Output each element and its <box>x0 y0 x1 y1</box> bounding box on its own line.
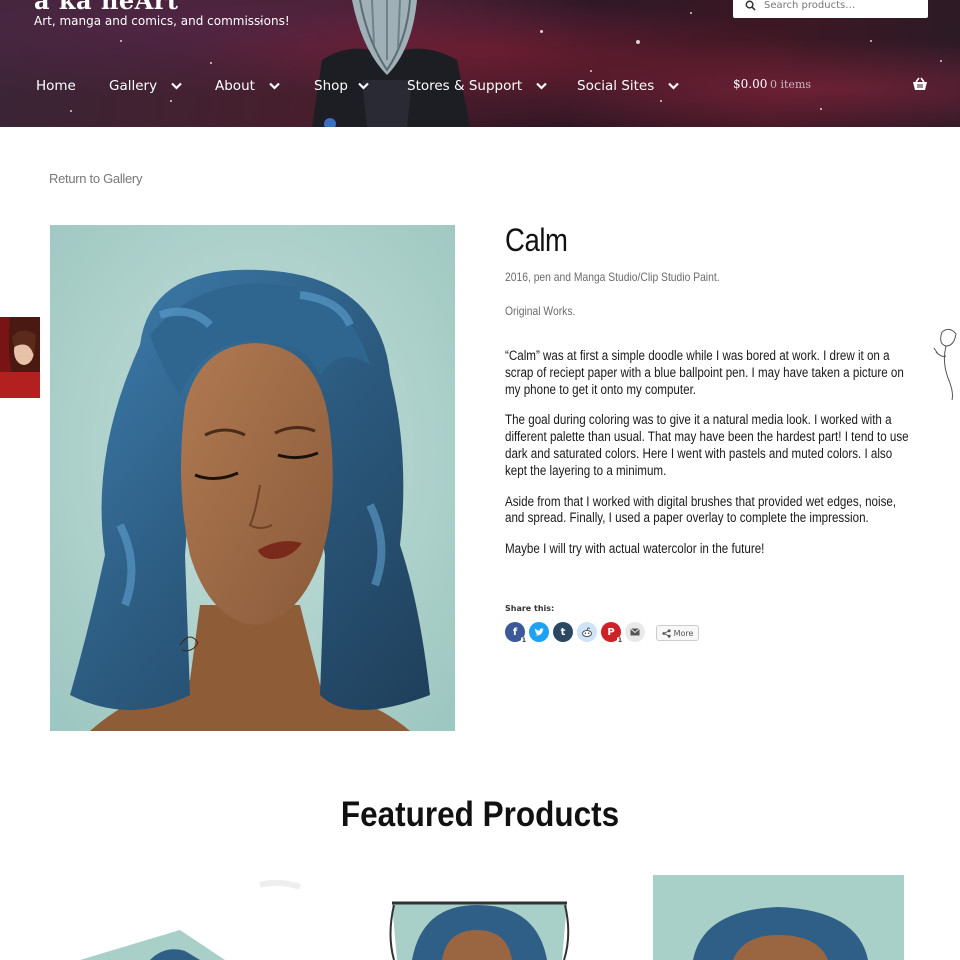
search-input[interactable] <box>764 0 924 11</box>
header-character-art <box>312 0 470 127</box>
chevron-down-icon[interactable] <box>668 82 680 90</box>
twitter-icon <box>535 627 544 636</box>
pinterest-share-button[interactable]: P 1 <box>601 622 623 644</box>
nav-item-gallery[interactable]: Gallery <box>109 78 182 94</box>
search-icon <box>745 0 756 11</box>
artwork-category[interactable]: Original Works. <box>505 304 575 318</box>
chevron-down-icon[interactable] <box>171 82 182 90</box>
description-paragraph: Maybe I will try with actual watercolor … <box>505 541 765 557</box>
cart-amount: $0.00 <box>733 77 768 91</box>
nav-item-social-sites[interactable]: Social Sites <box>577 78 680 94</box>
nav-item-label: Stores & Support <box>407 78 523 94</box>
site-title[interactable]: a ka neArt <box>34 0 179 15</box>
chevron-down-icon[interactable] <box>358 82 369 90</box>
facebook-share-button[interactable]: f 1 <box>505 622 527 644</box>
artwork-medium: 2016, pen and Manga Studio/Clip Studio P… <box>505 270 720 284</box>
nav-item-shop[interactable]: Shop <box>314 78 369 94</box>
reddit-icon <box>582 627 592 637</box>
artwork-title: Calm <box>505 222 568 258</box>
chevron-down-icon[interactable] <box>269 82 280 90</box>
featured-products-heading: Featured Products <box>340 795 620 834</box>
artwork-details: Calm 2016, pen and Manga Studio/Clip Stu… <box>505 222 910 556</box>
cart-item-count: 0 items <box>770 78 812 91</box>
artwork-description: “Calm” was at first a simple doodle whil… <box>505 348 909 572</box>
share-icon <box>661 628 671 638</box>
description-paragraph: “Calm” was at first a simple doodle whil… <box>505 348 904 397</box>
nav-item-about[interactable]: About <box>215 78 280 94</box>
nav-item-stores-support[interactable]: Stores & Support <box>407 78 547 94</box>
email-share-button[interactable] <box>625 622 645 642</box>
pinterest-icon: P <box>607 626 615 638</box>
description-paragraph: Aside from that I worked with digital br… <box>505 493 897 526</box>
nav-item-label: Home <box>36 78 76 94</box>
previous-artwork-thumbnail[interactable] <box>0 317 40 398</box>
next-artwork-thumbnail[interactable] <box>928 322 960 404</box>
return-to-gallery-link[interactable]: Return to Gallery <box>49 171 142 186</box>
twitter-share-button[interactable] <box>529 622 549 642</box>
tumblr-icon: t <box>560 626 566 638</box>
description-paragraph: The goal during coloring was to give it … <box>505 412 909 478</box>
artwork-image[interactable] <box>50 225 455 731</box>
nav-item-home[interactable]: Home <box>36 78 76 94</box>
basket-icon[interactable] <box>912 77 928 91</box>
cart-summary[interactable]: $0.00 0 items <box>733 77 928 95</box>
tumblr-share-button[interactable]: t <box>553 622 573 642</box>
email-icon <box>630 628 640 636</box>
share-label: Share this: <box>505 604 555 613</box>
product-card-canvas[interactable] <box>653 875 904 960</box>
nav-item-label: Social Sites <box>577 78 655 94</box>
more-label: More <box>673 628 694 638</box>
share-count: 1 <box>616 637 623 644</box>
chevron-down-icon[interactable] <box>536 82 547 90</box>
reddit-share-button[interactable] <box>577 622 597 642</box>
nav-item-label: Shop <box>314 78 348 94</box>
more-share-button[interactable]: More <box>656 625 699 641</box>
product-card-print[interactable] <box>50 875 305 960</box>
facebook-icon: f <box>512 626 518 638</box>
share-count: 1 <box>520 637 527 644</box>
product-search[interactable] <box>733 0 928 18</box>
nav-item-label: About <box>215 78 255 94</box>
product-card-drawstring-bag[interactable] <box>352 875 607 960</box>
site-tagline: Art, manga and comics, and commissions! <box>34 14 290 28</box>
site-header: a ka neArt Art, manga and comics, and co… <box>0 0 960 127</box>
nav-item-label: Gallery <box>109 78 158 94</box>
